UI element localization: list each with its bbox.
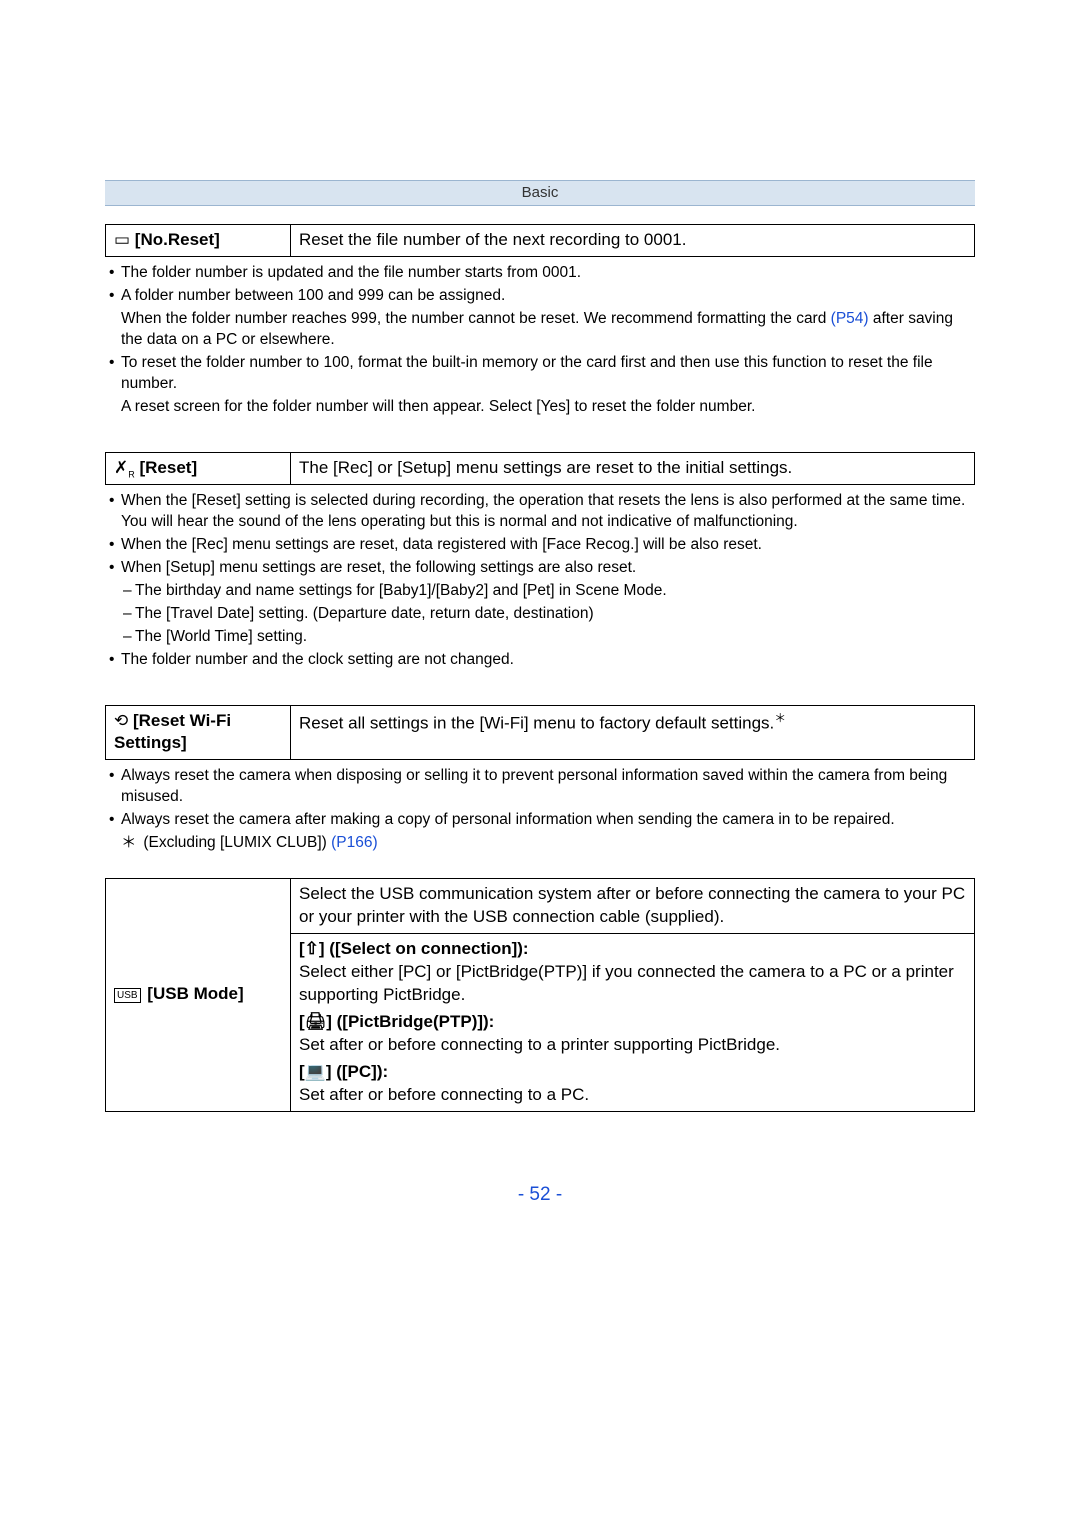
reset-wifi-table: ⟲ [Reset Wi-Fi Settings] Reset all setti… (105, 705, 975, 761)
opt-body: Select either [PC] or [PictBridge(PTP)] … (299, 962, 954, 1004)
note-text: (Excluding [LUMIX CLUB]) (143, 834, 331, 851)
note-text: The folder number and the clock setting … (121, 651, 514, 668)
footnote-symbol: ＊ (121, 833, 139, 854)
reset-table: ✗R [Reset] The [Rec] or [Setup] menu set… (105, 452, 975, 486)
reset-icon: ✗R (114, 458, 135, 477)
page-link-p54[interactable]: (P54) (831, 310, 869, 327)
opt-pictbridge-label: [🖨] ([PictBridge(PTP)]): (299, 1012, 494, 1031)
note-text: Always reset the camera after making a c… (121, 811, 895, 828)
usb-icon: USB (114, 988, 141, 1003)
page-link-p166[interactable]: (P166) (331, 834, 378, 851)
note-sub-text: The birthday and name settings for [Baby… (135, 582, 667, 599)
reset-notes: •When the [Reset] setting is selected du… (105, 491, 975, 670)
footnote-mark: ＊ (774, 711, 786, 725)
note-text: Reset all settings in the [Wi-Fi] menu t… (299, 713, 774, 732)
note-text: A reset screen for the folder number wil… (121, 398, 755, 415)
page-number: - 52 - (105, 1182, 975, 1208)
note-text: The folder number is updated and the fil… (121, 264, 581, 281)
note-text: When [Setup] menu settings are reset, th… (121, 559, 636, 576)
no-reset-table: ▭ [No.Reset] Reset the file number of th… (105, 224, 975, 257)
opt-pc-label: [💻] ([PC]): (299, 1062, 388, 1081)
note-text: To reset the folder number to 100, forma… (121, 354, 933, 392)
note-sub-text: The [World Time] setting. (135, 628, 307, 645)
usb-mode-label: [USB Mode] (147, 984, 243, 1003)
opt-body: Set after or before connecting to a PC. (299, 1085, 589, 1104)
note-text: A folder number between 100 and 999 can … (121, 287, 505, 304)
reset-wifi-label-cell: ⟲ [Reset Wi-Fi Settings] (106, 705, 291, 760)
usb-mode-label-cell: USB [USB Mode] (106, 879, 291, 1111)
no-reset-label-cell: ▭ [No.Reset] (106, 225, 291, 257)
manual-page: Basic ▭ [No.Reset] Reset the file number… (0, 0, 1080, 1267)
usb-mode-options: [⇧] ([Select on connection]): Select eit… (291, 933, 975, 1111)
note-text: Always reset the camera when disposing o… (121, 767, 947, 805)
usb-mode-desc: Select the USB communication system afte… (291, 879, 975, 934)
reset-wifi-desc: Reset all settings in the [Wi-Fi] menu t… (291, 705, 975, 760)
opt-select-connection-label: [⇧] ([Select on connection]): (299, 939, 529, 958)
counter-icon: ▭ (114, 230, 130, 249)
opt-body: Set after or before connecting to a prin… (299, 1035, 780, 1054)
note-text: When the folder number reaches 999, the … (121, 310, 831, 327)
note-text: When the [Rec] menu settings are reset, … (121, 536, 762, 553)
reset-desc: The [Rec] or [Setup] menu settings are r… (291, 452, 975, 485)
section-header: Basic (105, 180, 975, 206)
no-reset-notes: •The folder number is updated and the fi… (105, 263, 975, 417)
wifi-reset-icon: ⟲ (114, 711, 128, 730)
reset-label: [Reset] (139, 458, 197, 477)
usb-mode-table: USB [USB Mode] Select the USB communicat… (105, 878, 975, 1111)
reset-label-cell: ✗R [Reset] (106, 452, 291, 485)
no-reset-label: [No.Reset] (135, 230, 220, 249)
reset-wifi-label: [Reset Wi-Fi Settings] (114, 711, 231, 753)
note-text: When the [Reset] setting is selected dur… (121, 492, 965, 530)
note-sub-text: The [Travel Date] setting. (Departure da… (135, 605, 594, 622)
reset-wifi-notes: •Always reset the camera when disposing … (105, 766, 975, 854)
no-reset-desc: Reset the file number of the next record… (291, 225, 975, 257)
